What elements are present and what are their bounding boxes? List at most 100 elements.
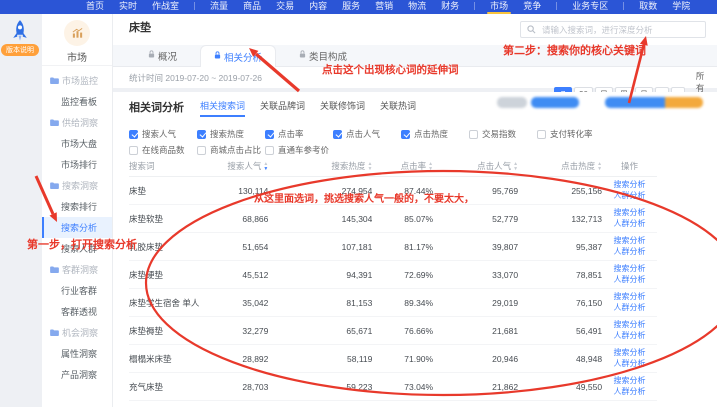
keyword-cell[interactable]: 床垫软垫 <box>129 205 209 233</box>
keyword-cell[interactable]: 充气床垫 <box>129 373 209 401</box>
subtab-相关搜索词[interactable]: 相关搜索词 <box>200 99 245 115</box>
table-row: 充气床垫28,70359,22373.04%21,86249,550搜索分析人群… <box>129 373 657 401</box>
nav-item-12[interactable]: 市场 <box>490 0 508 14</box>
action-link-搜索分析[interactable]: 搜索分析 <box>602 376 657 387</box>
sidebar: 市场 市场监控监控看板供给洞察市场大盘市场排行搜索洞察搜索排行搜索分析搜索人群客… <box>42 14 113 407</box>
top-navigation: 首页 实时 作战室 流量 商品 交易 内容 服务 营销 物流 财务 市场 竞争 业务专区 取数 学院 <box>0 0 717 14</box>
keyword-cell[interactable]: 床垫硬垫 <box>129 261 209 289</box>
metric-checkbox-商城点击占比[interactable]: 商城点击占比 <box>197 144 265 156</box>
sidebar-item-市场大盘[interactable]: 市场大盘 <box>42 133 112 154</box>
metric-checkbox-支付转化率[interactable]: 支付转化率 <box>537 128 605 140</box>
column-header-搜索词: 搜索词 <box>129 156 209 177</box>
action-link-搜索分析[interactable]: 搜索分析 <box>602 236 657 247</box>
sidebar-item-搜索人群[interactable]: 搜索人群 <box>42 238 112 259</box>
sort-icon[interactable]: ▲▼ <box>367 162 372 171</box>
sidebar-item-搜索分析[interactable]: 搜索分析 <box>42 217 112 238</box>
column-header-点击率[interactable]: 点击率▲▼ <box>372 156 433 177</box>
action-link-搜索分析[interactable]: 搜索分析 <box>602 320 657 331</box>
nav-item-5[interactable]: 商品 <box>243 0 261 14</box>
action-link-人群分析[interactable]: 人群分析 <box>602 219 657 230</box>
sort-icon[interactable]: ▲▼ <box>428 162 433 171</box>
keyword-cell[interactable]: 床垫褥垫 <box>129 317 209 345</box>
metric-cell: 81.17% <box>372 233 433 261</box>
keyword-searchbox[interactable] <box>520 21 706 38</box>
sidebar-item-客群透视[interactable]: 客群透视 <box>42 301 112 322</box>
action-link-人群分析[interactable]: 人群分析 <box>602 331 657 342</box>
market-app-icon[interactable] <box>64 20 90 46</box>
keyword-cell[interactable]: 床垫学生宿舍 单人 <box>129 289 209 317</box>
sidebar-label: 搜索人群 <box>61 242 97 255</box>
nav-item-15[interactable]: 取数 <box>639 0 657 14</box>
nav-item-13[interactable]: 竞争 <box>523 0 541 14</box>
keyword-cell[interactable]: 榻榻米床垫 <box>129 345 209 373</box>
nav-item-4[interactable]: 流量 <box>210 0 228 14</box>
metric-checkbox-在线商品数[interactable]: 在线商品数 <box>129 144 197 156</box>
version-badge[interactable]: 版本说明 <box>1 44 39 56</box>
nav-item-14[interactable]: 业务专区 <box>572 0 608 14</box>
nav-item-9[interactable]: 营销 <box>375 0 393 14</box>
metric-checkbox-搜索人气[interactable]: 搜索人气 <box>129 128 197 140</box>
sort-icon[interactable]: ▲▼ <box>513 162 518 171</box>
column-header-label: 点击热度 <box>561 161 595 171</box>
subtab-关联品牌词[interactable]: 关联品牌词 <box>260 99 305 115</box>
tab-相关分析[interactable]: 相关分析 <box>200 45 276 67</box>
action-link-人群分析[interactable]: 人群分析 <box>602 191 657 202</box>
nav-item-10[interactable]: 物流 <box>408 0 426 14</box>
sidebar-item-市场排行[interactable]: 市场排行 <box>42 154 112 175</box>
column-header-搜索热度[interactable]: 搜索热度▲▼ <box>268 156 372 177</box>
sidebar-item-行业客群[interactable]: 行业客群 <box>42 280 112 301</box>
action-link-人群分析[interactable]: 人群分析 <box>602 247 657 258</box>
action-link-人群分析[interactable]: 人群分析 <box>602 275 657 286</box>
metric-cell: 29,019 <box>433 289 518 317</box>
sidebar-item-搜索排行[interactable]: 搜索排行 <box>42 196 112 217</box>
nav-item-1[interactable]: 首页 <box>86 0 104 14</box>
action-link-人群分析[interactable]: 人群分析 <box>602 387 657 398</box>
search-input[interactable] <box>540 24 699 36</box>
metric-checkbox-搜索热度[interactable]: 搜索热度 <box>197 128 265 140</box>
subtab-关联热词[interactable]: 关联热词 <box>380 99 416 115</box>
column-header-搜索人气[interactable]: 搜索人气▲▼ <box>209 156 269 177</box>
column-header-点击热度[interactable]: 点击热度▲▼ <box>518 156 602 177</box>
sidebar-item-产品洞察[interactable]: 产品洞察 <box>42 364 112 385</box>
metric-cell: 33,070 <box>433 261 518 289</box>
metric-cell: 94,391 <box>268 261 372 289</box>
keyword-cell[interactable]: 床垫 <box>129 177 209 205</box>
metric-checkbox-点击热度[interactable]: 点击热度 <box>401 128 469 140</box>
nav-item-2[interactable]: 实时 <box>119 0 137 14</box>
sidebar-item-监控看板[interactable]: 监控看板 <box>42 91 112 112</box>
metric-checkbox-点击人气[interactable]: 点击人气 <box>333 128 401 140</box>
checkbox-icon <box>333 130 342 139</box>
rocket-icon[interactable] <box>9 19 31 45</box>
metric-cell: 49,550 <box>518 373 602 401</box>
metric-checkbox-直通车参考价[interactable]: 直通车参考价 <box>265 144 333 156</box>
sort-icon[interactable]: ▲▼ <box>597 162 602 171</box>
subtab-关联修饰词[interactable]: 关联修饰词 <box>320 99 365 115</box>
nav-item-11[interactable]: 财务 <box>441 0 459 14</box>
nav-item-16[interactable]: 学院 <box>672 0 690 14</box>
sort-icon[interactable]: ▲▼ <box>263 162 268 171</box>
column-header-点击人气[interactable]: 点击人气▲▼ <box>433 156 518 177</box>
tab-概况[interactable]: 概况 <box>135 45 190 66</box>
nav-item-6[interactable]: 交易 <box>276 0 294 14</box>
metric-checkbox-交易指数[interactable]: 交易指数 <box>469 128 537 140</box>
action-link-人群分析[interactable]: 人群分析 <box>602 303 657 314</box>
sidebar-item-属性洞察[interactable]: 属性洞察 <box>42 343 112 364</box>
keyword-cell[interactable]: 乳胶床垫 <box>129 233 209 261</box>
nav-item-7[interactable]: 内容 <box>309 0 327 14</box>
nav-item-3[interactable]: 作战室 <box>152 0 179 14</box>
app-label: 市场 <box>67 49 87 64</box>
metric-label: 点击率 <box>278 128 304 140</box>
action-link-搜索分析[interactable]: 搜索分析 <box>602 292 657 303</box>
action-link-搜索分析[interactable]: 搜索分析 <box>602 180 657 191</box>
table-row: 床垫硬垫45,51294,39172.69%33,07078,851搜索分析人群… <box>129 261 657 289</box>
metric-checkbox-点击率[interactable]: 点击率 <box>265 128 333 140</box>
nav-item-8[interactable]: 服务 <box>342 0 360 14</box>
action-link-搜索分析[interactable]: 搜索分析 <box>602 208 657 219</box>
action-link-人群分析[interactable]: 人群分析 <box>602 359 657 370</box>
metric-checkbox-group: 搜索人气搜索热度 点击率 点击人气点击热度交易指数支付转化率 在线商品数商城点击占比… <box>129 126 707 158</box>
lock-icon <box>299 50 306 61</box>
action-link-搜索分析[interactable]: 搜索分析 <box>602 264 657 275</box>
tab-类目构成[interactable]: 类目构成 <box>286 45 360 66</box>
action-link-搜索分析[interactable]: 搜索分析 <box>602 348 657 359</box>
sidebar-menu: 市场监控监控看板供给洞察市场大盘市场排行搜索洞察搜索排行搜索分析搜索人群客群洞察… <box>42 66 112 385</box>
